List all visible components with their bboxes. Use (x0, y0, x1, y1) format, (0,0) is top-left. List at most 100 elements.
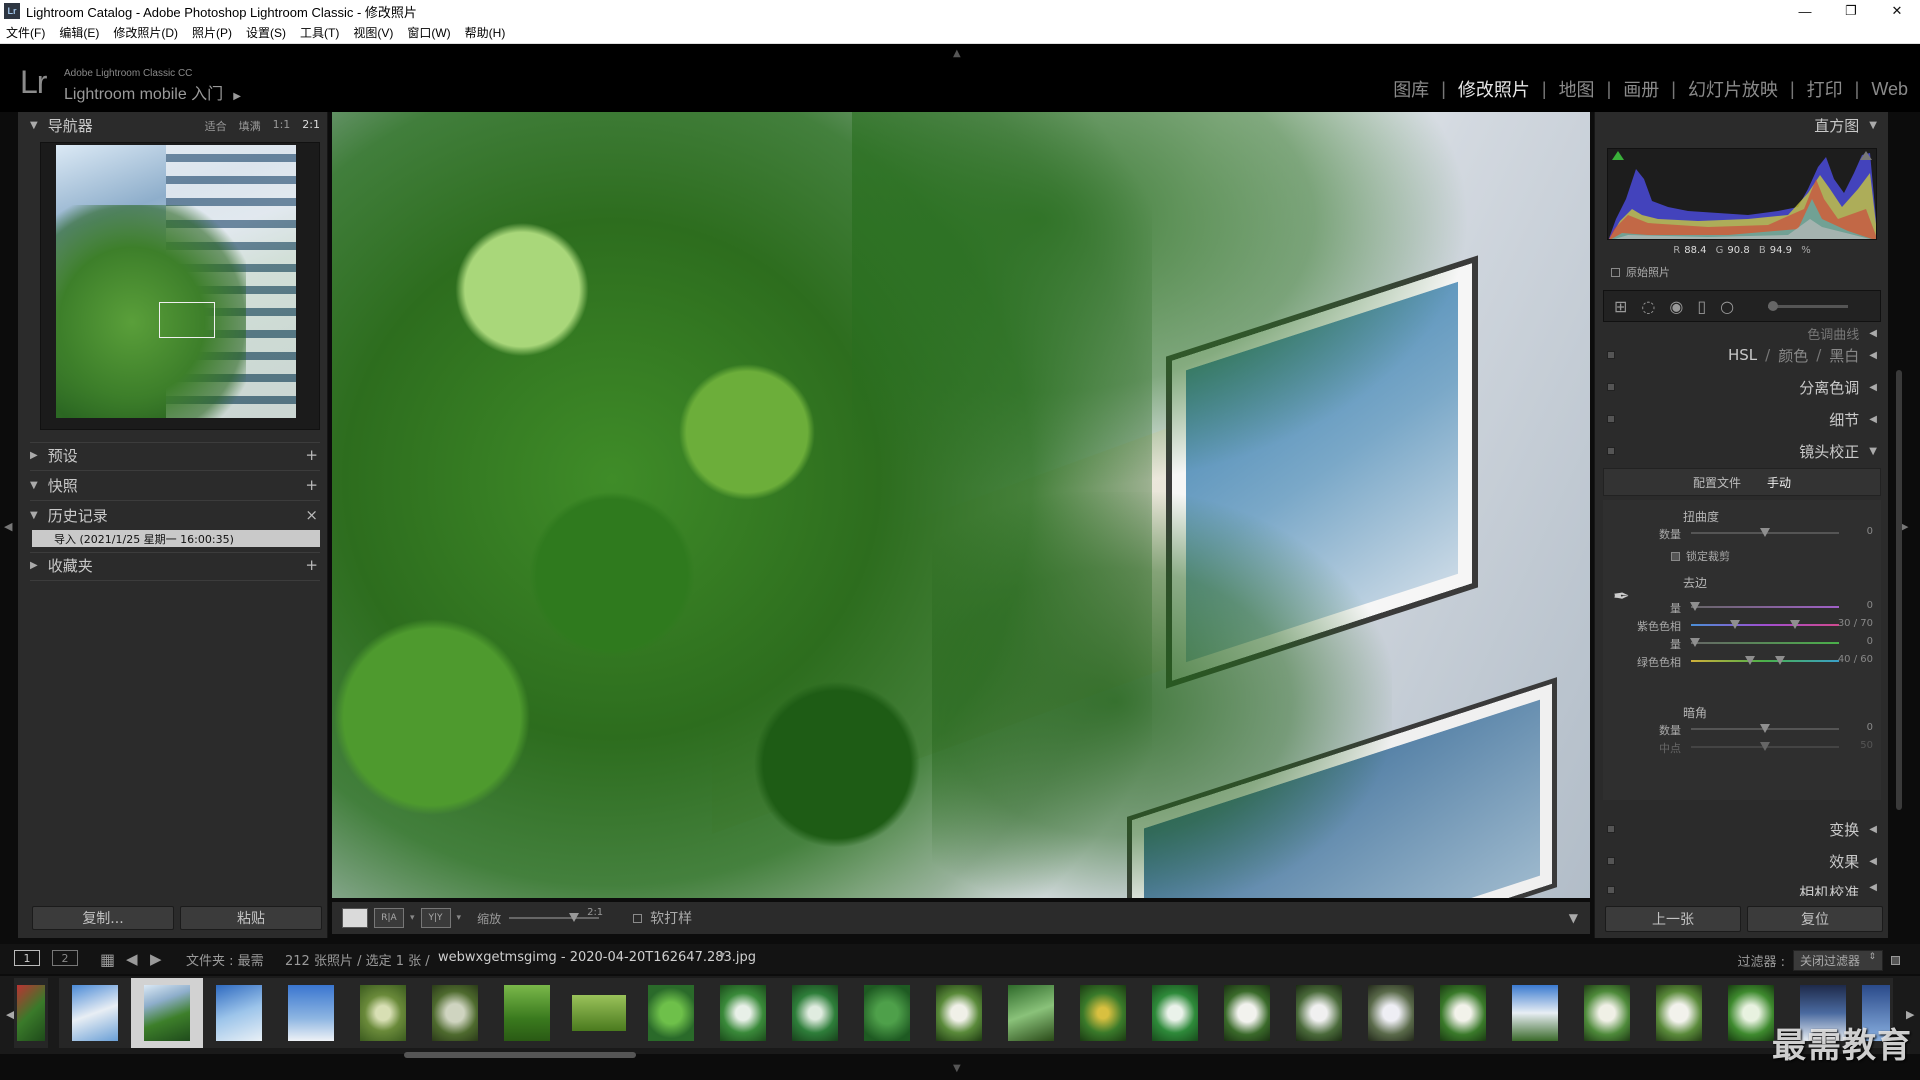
green-hue-slider[interactable]: 绿色色相 40 / 60 (1603, 654, 1881, 669)
distortion-amount-slider[interactable]: 数量 0 (1603, 526, 1881, 541)
spot-removal-icon[interactable]: ◌ (1641, 297, 1655, 316)
filmstrip-thumb[interactable] (851, 978, 923, 1048)
adjustment-brush-slider[interactable] (1768, 300, 1849, 311)
purple-hue-slider[interactable]: 紫色色相 30 / 70 (1603, 618, 1881, 633)
panel-toggle-switch[interactable] (1607, 825, 1615, 833)
shadow-clipping-icon[interactable] (1612, 151, 1624, 160)
back-arrow-icon[interactable]: ◀ (126, 950, 138, 968)
slider-value[interactable]: 0 (1867, 636, 1873, 647)
menu-tools[interactable]: 工具(T) (300, 24, 339, 41)
original-photo-checkbox[interactable] (1611, 267, 1620, 277)
module-slideshow[interactable]: 幻灯片放映 (1688, 76, 1778, 102)
slider-track[interactable] (1690, 602, 1839, 611)
left-panel-edge[interactable]: ◀ (0, 112, 18, 938)
zoom-1-1[interactable]: 1:1 (273, 118, 291, 134)
filmstrip-thumb[interactable] (491, 978, 563, 1048)
add-preset-icon[interactable]: + (305, 446, 318, 464)
before-after-lr-icon[interactable]: R|A (374, 908, 404, 928)
clear-history-icon[interactable]: × (305, 506, 318, 524)
menu-settings[interactable]: 设置(S) (246, 24, 286, 41)
slider-value[interactable]: 0 (1867, 722, 1873, 733)
filmstrip-thumb[interactable] (1211, 978, 1283, 1048)
tab-profile[interactable]: 配置文件 (1693, 474, 1741, 491)
minimize-button[interactable]: — (1782, 0, 1828, 22)
previous-button[interactable]: 上一张 (1605, 906, 1741, 932)
filmstrip-thumb[interactable] (779, 978, 851, 1048)
slider-value[interactable]: 0 (1867, 600, 1873, 611)
slider-thumb-low[interactable] (1745, 656, 1755, 665)
panel-toggle-switch[interactable] (1607, 383, 1615, 391)
collapse-bottom-arrow-icon[interactable]: ▼ (953, 1063, 961, 1074)
slider-thumb[interactable] (1690, 638, 1700, 647)
paste-settings-button[interactable]: 粘贴 (180, 906, 322, 930)
navigator-zoom-rectangle[interactable] (159, 302, 215, 338)
slider-value[interactable]: 50 (1860, 740, 1873, 751)
filmstrip-thumb[interactable] (1427, 978, 1499, 1048)
filmstrip-thumb[interactable] (1571, 978, 1643, 1048)
zoom-slider[interactable] (509, 913, 600, 922)
panel-toggle-switch[interactable] (1607, 857, 1615, 865)
filmstrip-thumb[interactable] (275, 978, 347, 1048)
slider-thumb[interactable] (1760, 742, 1770, 751)
filename-chevron-icon[interactable]: ▾ (720, 950, 725, 961)
filmstrip-thumb[interactable] (14, 978, 48, 1048)
transform-header[interactable]: 变换 ◀ (1595, 816, 1889, 842)
module-print[interactable]: 打印 (1807, 76, 1843, 102)
folder-source[interactable]: 文件夹 : 最需 (186, 950, 264, 969)
slider-track[interactable] (1691, 724, 1839, 733)
constrain-crop-toggle[interactable]: 锁定裁剪 (1671, 548, 1730, 564)
slider-track[interactable] (1691, 528, 1839, 537)
filmstrip-thumb[interactable] (1643, 978, 1715, 1048)
slider-value[interactable]: 30 / 70 (1838, 618, 1873, 629)
graduated-filter-icon[interactable]: ▯ (1697, 297, 1706, 316)
zoom-fill[interactable]: 填满 (239, 118, 261, 134)
module-map[interactable]: 地图 (1559, 76, 1595, 102)
module-book[interactable]: 画册 (1623, 76, 1659, 102)
slider-value[interactable]: 0 (1867, 526, 1873, 537)
module-library[interactable]: 图库 (1393, 76, 1429, 102)
effects-header[interactable]: 效果 ◀ (1595, 848, 1889, 874)
collections-header[interactable]: ▶ 收藏夹 + (18, 552, 328, 578)
split-toning-header[interactable]: 分离色调 ◀ (1595, 374, 1889, 400)
zoom-fit[interactable]: 适合 (205, 118, 227, 134)
loupe-view-icon[interactable] (342, 908, 368, 928)
panel-toggle-switch[interactable] (1607, 415, 1615, 423)
filter-select[interactable]: 关闭过滤器 ⇕ (1792, 950, 1883, 971)
filmstrip-thumb[interactable] (347, 978, 419, 1048)
original-photo-toggle[interactable]: 原始照片 (1611, 264, 1670, 280)
green-amount-slider[interactable]: 量 0 (1603, 636, 1881, 651)
camera-calibration-header[interactable]: 相机校准 ◀ (1595, 882, 1889, 896)
menu-help[interactable]: 帮助(H) (465, 24, 506, 41)
panel-toggle-switch[interactable] (1607, 886, 1615, 894)
chevron-down-icon[interactable]: ▾ (410, 913, 415, 923)
reset-button[interactable]: 复位 (1747, 906, 1883, 932)
slider-track[interactable] (1691, 742, 1839, 751)
detail-header[interactable]: 细节 ◀ (1595, 406, 1889, 432)
purple-amount-slider[interactable]: 量 0 (1603, 600, 1881, 615)
red-eye-icon[interactable]: ◉ (1669, 297, 1683, 316)
filmstrip-thumb[interactable] (1499, 978, 1571, 1048)
zoom-2-1[interactable]: 2:1 (302, 118, 320, 134)
filmstrip-thumb[interactable] (1283, 978, 1355, 1048)
softproof-toggle[interactable]: 软打样 (633, 908, 692, 928)
identity-plate[interactable]: Lightroom mobile 入门 ▶ (64, 80, 241, 104)
filmstrip-thumb[interactable] (203, 978, 275, 1048)
menu-view[interactable]: 视图(V) (353, 24, 393, 41)
right-panel-scrollbar[interactable] (1896, 370, 1902, 810)
bw-tab[interactable]: 黑白 (1829, 345, 1859, 366)
grid-view-icon[interactable]: ▦ (100, 950, 115, 969)
presets-header[interactable]: ▶ 预设 + (18, 442, 328, 468)
filmstrip-thumb[interactable] (1355, 978, 1427, 1048)
filmstrip-thumb[interactable] (635, 978, 707, 1048)
menu-window[interactable]: 窗口(W) (407, 24, 450, 41)
softproof-checkbox[interactable] (633, 913, 643, 923)
radial-filter-icon[interactable]: ○ (1720, 297, 1734, 316)
second-screen-button[interactable]: 2 (52, 950, 78, 966)
panel-toggle-switch[interactable] (1607, 351, 1615, 359)
filmstrip-thumb[interactable] (1139, 978, 1211, 1048)
hsl-header[interactable]: HSL / 颜色 / 黑白 ◀ (1595, 342, 1889, 368)
tone-curve-header-partial[interactable]: 色调曲线 ◀ (1595, 326, 1889, 341)
slider-thumb[interactable] (1760, 724, 1770, 733)
slider-thumb[interactable] (1760, 528, 1770, 537)
menu-file[interactable]: 文件(F) (6, 24, 45, 41)
